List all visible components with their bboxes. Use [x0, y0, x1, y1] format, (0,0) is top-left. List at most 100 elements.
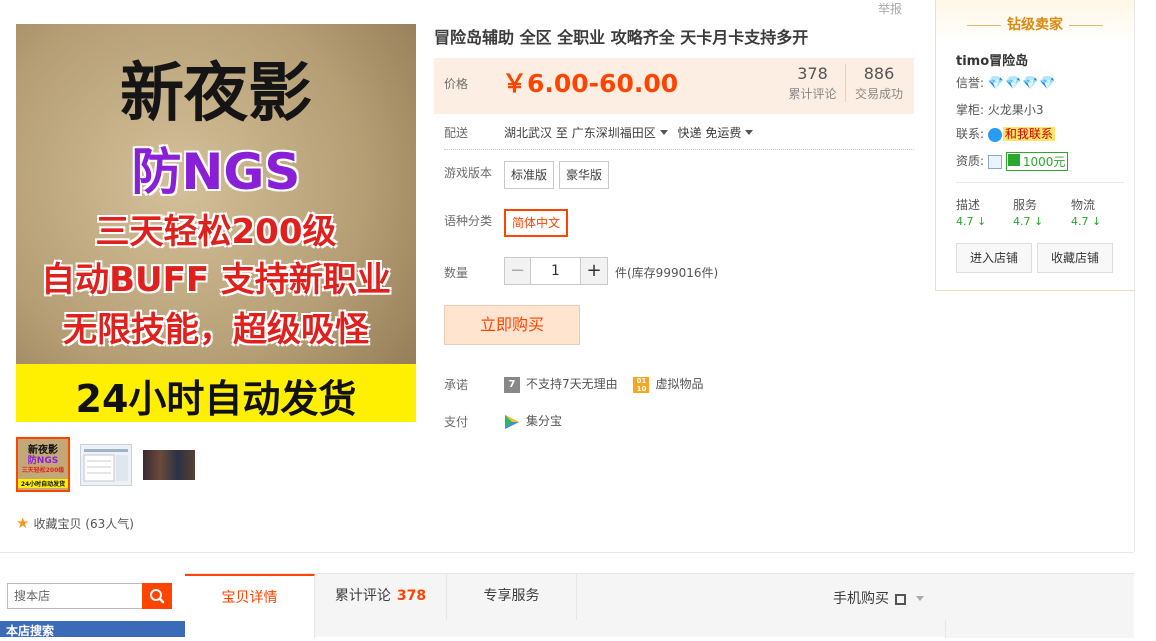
buy-now-button[interactable]: 立即购买 — [444, 305, 580, 345]
divider — [956, 182, 1124, 183]
review-stat[interactable]: 378 累计评论 — [780, 64, 846, 102]
tab-reviews[interactable]: 累计评论 378 — [315, 574, 447, 620]
promise-info: 7 不支持7天无理由 01 10 虚拟物品 — [504, 375, 703, 393]
thumbnail-3[interactable] — [143, 450, 195, 480]
quantity-decrease-button[interactable]: − — [504, 257, 531, 285]
contact-button[interactable]: 和我联系 — [1002, 127, 1055, 141]
thumb-text: 三天轻松200级 — [21, 467, 65, 474]
chevron-down-icon — [745, 130, 754, 135]
mobile-buy-button[interactable]: 手机购买 — [833, 588, 930, 608]
review-stat-label: 累计评论 — [788, 87, 837, 101]
thumb-screenshot — [83, 449, 128, 482]
store-search-input[interactable]: 搜本店 — [7, 583, 143, 609]
price-value: ￥6.00-60.00 — [502, 69, 679, 98]
qualification-label: 资质: — [956, 154, 985, 168]
score-value: 4.7 ↓ — [1013, 215, 1044, 228]
seller-level: 钻级卖家 — [1007, 17, 1063, 33]
favorite-label: 收藏宝贝 — [33, 517, 82, 531]
payment-label: 支付 — [444, 415, 469, 429]
tab-item-details[interactable]: 宝贝详情 — [185, 574, 315, 638]
image-text-line: 自动BUFF 支持新职业 — [41, 260, 391, 300]
payment-method: 集分宝 — [526, 414, 563, 428]
product-title: 冒险岛辅助 全区 全职业 攻略齐全 天卡月卡支持多开 — [434, 28, 809, 47]
score-service: 服务 4.7 ↓ — [1013, 196, 1063, 228]
search-button[interactable] — [142, 583, 172, 609]
favorite-item[interactable]: ★ 收藏宝贝 (63人气) — [16, 514, 134, 532]
contact-row: 联系: 和我联系 — [956, 125, 1055, 142]
enter-shop-button[interactable]: 进入店铺 — [956, 243, 1032, 273]
virtual-goods-icon: 01 10 — [633, 376, 650, 393]
promise-label: 承诺 — [444, 378, 469, 392]
search-icon — [150, 589, 165, 604]
score-value: 4.7 ↓ — [956, 215, 987, 228]
quantity-label: 数量 — [444, 266, 469, 280]
image-text-line: 24小时自动发货 — [75, 377, 357, 421]
image-text-line: 新夜影 — [120, 56, 312, 131]
thumbnail-1[interactable]: 新夜影 防NGS 三天轻松200级 24小时自动发货 — [16, 437, 70, 492]
tab-exclusive-service[interactable]: 专享服务 — [447, 574, 577, 620]
stock-text: 件(库存999016件) — [615, 266, 719, 280]
divider — [0, 552, 1134, 553]
diamond-icon[interactable]: 💎💎💎💎 — [988, 76, 1057, 91]
quantity-increase-button[interactable]: + — [580, 257, 608, 285]
thumbnail-2[interactable] — [80, 444, 132, 486]
tab-reviews-label: 累计评论 — [334, 588, 391, 604]
tab-reviews-count: 378 — [396, 588, 427, 604]
chevron-down-icon — [659, 130, 668, 135]
divider — [1069, 24, 1103, 26]
store-search-heading: 本店搜索 — [0, 621, 185, 638]
ship-to: 广东深圳福田区 — [571, 126, 656, 140]
score-label: 服务 — [1013, 198, 1038, 212]
credit-label: 信誉: — [956, 76, 985, 90]
score-label: 物流 — [1071, 198, 1096, 212]
credit-row: 信誉: 💎💎💎💎 — [956, 74, 1057, 91]
qrcode-icon — [895, 593, 906, 605]
image-text-line: 无限技能，超级吸怪 — [63, 310, 369, 350]
no-return-text[interactable]: 不支持7天无理由 — [526, 377, 618, 391]
seller-panel: 钻级卖家 timo冒险岛 信誉: 💎💎💎💎 掌柜: 火龙果小3 联系: 和我联系… — [935, 0, 1135, 291]
ship-from: 湖北武汉 — [504, 126, 553, 140]
deposit-badge[interactable]: 1000元 — [1005, 152, 1069, 171]
sales-count: 886 — [863, 64, 895, 83]
shop-name[interactable]: timo冒险岛 — [956, 50, 1028, 69]
detail-tab-bar: 宝贝详情 累计评论 378 专享服务 手机购买 — [185, 573, 1134, 638]
ship-to-word: 至 — [555, 126, 568, 140]
tab-bar-right-panel — [945, 620, 1134, 638]
sales-stat-label: 交易成功 — [854, 87, 903, 101]
price-label: 价格 — [444, 77, 469, 91]
seller-title: 钻级卖家 — [936, 14, 1134, 34]
divider — [967, 24, 1001, 26]
payment-info: 集分宝 — [504, 412, 562, 430]
certificate-icon[interactable] — [987, 154, 1002, 169]
score-label: 描述 — [956, 198, 981, 212]
product-main-image[interactable]: 新夜影 防NGS 三天轻松200级 自动BUFF 支持新职业 无限技能，超级吸怪… — [16, 24, 416, 422]
keeper-name[interactable]: 火龙果小3 — [988, 103, 1044, 117]
chat-icon — [987, 127, 1002, 142]
ship-to-select[interactable]: 广东深圳福田区 — [572, 126, 674, 140]
contact-label: 联系: — [956, 127, 985, 141]
option-language-simplified[interactable]: 简体中文 — [504, 209, 569, 237]
image-text-line: 三天轻松200级 — [95, 212, 337, 252]
keeper-row: 掌柜: 火龙果小3 — [956, 101, 1044, 118]
quantity-input[interactable]: 1 — [530, 257, 581, 285]
option-standard-edition[interactable]: 标准版 — [504, 161, 555, 189]
shipping-label: 配送 — [444, 126, 469, 140]
report-link[interactable]: 举报 — [878, 0, 902, 17]
image-text-line: 防NGS — [131, 143, 301, 201]
jifenbao-icon — [505, 414, 519, 429]
ship-method-select[interactable]: 快递 免运费 — [678, 126, 760, 140]
star-icon: ★ — [16, 514, 30, 532]
shipping-info: 湖北武汉 至 广东深圳福田区 快递 免运费 — [504, 124, 759, 141]
divider — [1134, 0, 1135, 552]
language-label: 语种分类 — [444, 214, 493, 228]
option-deluxe-edition[interactable]: 豪华版 — [559, 161, 610, 189]
virtual-goods-text[interactable]: 虚拟物品 — [655, 377, 703, 391]
version-label: 游戏版本 — [444, 166, 493, 180]
review-count: 378 — [797, 64, 828, 83]
mobile-buy-label: 手机购买 — [833, 591, 889, 607]
ship-method: 快递 免运费 — [677, 126, 742, 140]
chevron-down-icon — [916, 595, 924, 601]
score-value: 4.7 ↓ — [1071, 215, 1102, 228]
sales-stat: 886 交易成功 — [846, 64, 912, 102]
favorite-shop-button[interactable]: 收藏店铺 — [1037, 243, 1113, 273]
